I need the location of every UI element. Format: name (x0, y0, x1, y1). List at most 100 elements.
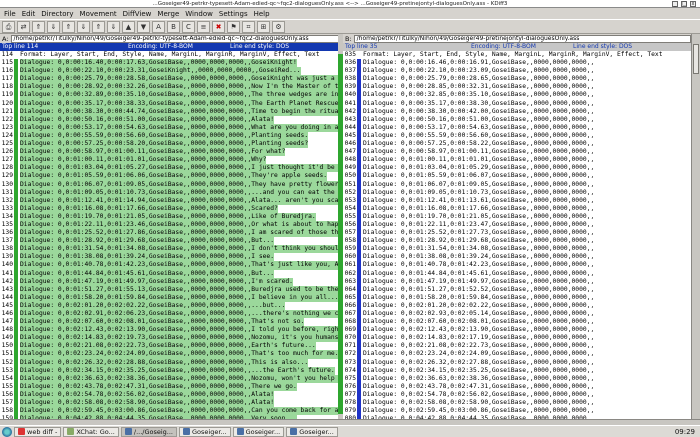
diff-marker (14, 285, 18, 294)
text-line: 131 Dialogue: 0,0:01:09.05,0:01:10.73,Gos… (0, 188, 342, 197)
line-text: Dialogue: 0,0:00:25.79,0:00:28.65,GoseiB… (363, 75, 595, 83)
left-text-view[interactable]: 114 Format: Layer, Start, End, Style, Nam… (0, 51, 342, 419)
taskbar-item[interactable]: Goseiger... (232, 426, 285, 437)
text-line: 138 Dialogue: 0,0:01:31.54,0:01:34.08,Gos… (0, 245, 342, 254)
toolbar-button-4[interactable]: ⇑ (62, 21, 75, 33)
menu-directory[interactable]: Directory (41, 9, 73, 19)
menu-movement[interactable]: Movement (80, 9, 117, 19)
line-text: Dialogue: 0,0:01:58.20,0:01:59.84,GoseiB… (363, 293, 595, 301)
menu-file[interactable]: File (4, 9, 16, 19)
line-text: Dialogue: 0,0:00:35.17,0:00:38.30,GoseiB… (363, 99, 595, 107)
line-text: Dialogue: 0,0:02:36.63,0:02:38.36,GoseiB… (20, 374, 342, 383)
menu-diffview[interactable]: DiffView (123, 9, 152, 19)
text-line: 047 Dialogue: 0,0:00:58.97,0:01:00.11,Gos… (343, 148, 691, 157)
line-text: Dialogue: 0,0:01:22.11,0:01:23.46,GoseiB… (20, 220, 342, 230)
toolbar-button-12[interactable]: C (182, 21, 195, 33)
diff-marker (14, 75, 18, 84)
start-menu-icon[interactable] (2, 426, 12, 437)
diff-marker (14, 99, 18, 108)
line-number: 075 (344, 374, 356, 382)
close-icon[interactable]: x (690, 1, 696, 7)
line-number: 064 (344, 285, 356, 293)
text-line: 071 Dialogue: 0,0:02:21.08,0:02:22.73,Gos… (343, 342, 691, 351)
toolbar-button-8[interactable]: ▲ (122, 21, 135, 33)
diff-marker (14, 140, 18, 149)
menu-edit[interactable]: Edit (22, 9, 36, 19)
toolbar-button-0[interactable]: ⎙ (2, 21, 15, 33)
taskbar-item[interactable]: Goseiger... (286, 426, 338, 437)
vertical-scrollbar[interactable] (691, 34, 700, 419)
line-number: 058 (344, 237, 356, 245)
toolbar-button-3[interactable]: ⇓ (47, 21, 60, 33)
line-number: 120 (1, 99, 13, 107)
right-path-field[interactable]: /home/petrkr/Titulky/Nihon/49/Goseiger49… (353, 34, 691, 43)
line-number: 124 (1, 131, 13, 139)
toolbar-button-14[interactable]: ✖ (212, 21, 225, 33)
kdiff3-window: ...Goseiger49-petrkr-typesett-Adam-edied… (0, 0, 700, 425)
diff-marker (14, 115, 18, 124)
toolbar-button-15[interactable]: ⚑ (227, 21, 240, 33)
line-number: 069 (344, 326, 356, 334)
diff-marker (14, 196, 18, 205)
diff-marker (357, 204, 361, 213)
line-number: 136 (1, 229, 13, 237)
line-number: 131 (1, 188, 13, 196)
diff-marker (14, 59, 18, 68)
minimize-icon[interactable]: _ (672, 1, 678, 7)
menu-window[interactable]: Window (185, 9, 213, 19)
line-number: 154 (1, 374, 13, 382)
right-text-view[interactable]: 035 Format: Layer, Start, End, Style, Nam… (343, 51, 691, 419)
line-number: 043 (344, 115, 356, 123)
diff-marker (357, 293, 361, 302)
text-line: 151 Dialogue: 0,0:02:23.24,0:02:24.09,Gos… (0, 350, 342, 359)
line-text: Dialogue: 0,0:00:38.30,0:00:42.00,GoseiB… (363, 107, 595, 115)
diff-marker (14, 83, 18, 92)
scrollbar-thumb[interactable] (693, 44, 699, 74)
toolbar-button-11[interactable]: B (167, 21, 180, 33)
taskbar-item[interactable]: Goseiger... (178, 426, 231, 437)
taskbar-item[interactable]: /.../Goseig... (120, 426, 177, 437)
line-text: Dialogue: 0,0:01:40.78,0:01:42.23,GoseiB… (363, 261, 595, 269)
menu-help[interactable]: Help (254, 9, 270, 19)
line-number: 149 (1, 334, 13, 342)
text-line: 045 Dialogue: 0,0:00:55.59,0:00:56.60,Gos… (343, 131, 691, 141)
text-line: 117 Dialogue: 0,0:00:25.79,0:00:28.58,Gos… (0, 75, 342, 84)
left-path-field[interactable]: /home/petrkr/Titulky/Nihon/49/Goseiger49… (10, 34, 342, 43)
line-number: 070 (344, 334, 356, 342)
taskbar-item[interactable]: XChat: Go... (63, 426, 119, 437)
line-number: 134 (1, 212, 13, 220)
toolbar-button-16[interactable]: ⌗ (242, 21, 255, 33)
toolbar-button-7[interactable]: ⇓ (107, 21, 120, 33)
diff-marker (357, 188, 361, 197)
taskbar-item[interactable]: web diff - (14, 426, 62, 437)
diff-marker (14, 326, 18, 335)
toolbar-button-13[interactable]: ≡ (197, 21, 210, 33)
toolbar-button-18[interactable]: ⚙ (272, 21, 285, 33)
line-text: Dialogue: 0,0:02:12.43,0:02:13.90,GoseiB… (20, 326, 342, 335)
text-line: 072 Dialogue: 0,0:02:23.24,0:02:24.09,Gos… (343, 350, 691, 359)
toolbar-button-1[interactable]: ⇄ (17, 21, 30, 33)
menu-merge[interactable]: Merge (157, 9, 179, 19)
line-number: 129 (1, 172, 13, 180)
menu-settings[interactable]: Settings (219, 9, 248, 19)
toolbar-button-9[interactable]: ▼ (137, 21, 150, 33)
line-text: Dialogue: 0,0:00:58.97,0:01:00.11,GoseiB… (363, 148, 595, 156)
text-line: 043 Dialogue: 0,0:00:50.16,0:00:51.00,Gos… (343, 115, 691, 124)
diff-marker (14, 293, 18, 302)
toolbar-button-5[interactable]: ⇓ (77, 21, 90, 33)
text-line: 056 Dialogue: 0,0:01:22.11,0:01:23.47,Gos… (343, 220, 691, 230)
line-text: Dialogue: 0,0:01:03.04,0:01:05.27,GoseiB… (20, 164, 342, 173)
line-number: 133 (1, 204, 13, 212)
toolbar-button-6[interactable]: ⇑ (92, 21, 105, 33)
toolbar-button-10[interactable]: A (152, 21, 165, 33)
line-text: Dialogue: 0,0:00:50.16,0:00:51.00,GoseiB… (363, 115, 595, 123)
diff-marker (357, 310, 361, 319)
text-line: 134 Dialogue: 0,0:01:19.70,0:01:21.05,Gos… (0, 212, 342, 221)
text-line: 074 Dialogue: 0,0:02:34.15,0:02:35.25,Gos… (343, 366, 691, 375)
maximize-icon[interactable]: □ (681, 1, 687, 7)
line-text: Format: Layer, Start, End, Style, Name, … (363, 51, 663, 58)
toolbar-button-2[interactable]: ⇑ (32, 21, 45, 33)
diff-marker (357, 67, 361, 76)
toolbar-button-17[interactable]: ⊞ (257, 21, 270, 33)
text-line: 078 Dialogue: 0,0:02:58.08,0:02:58.90,Gos… (343, 399, 691, 408)
